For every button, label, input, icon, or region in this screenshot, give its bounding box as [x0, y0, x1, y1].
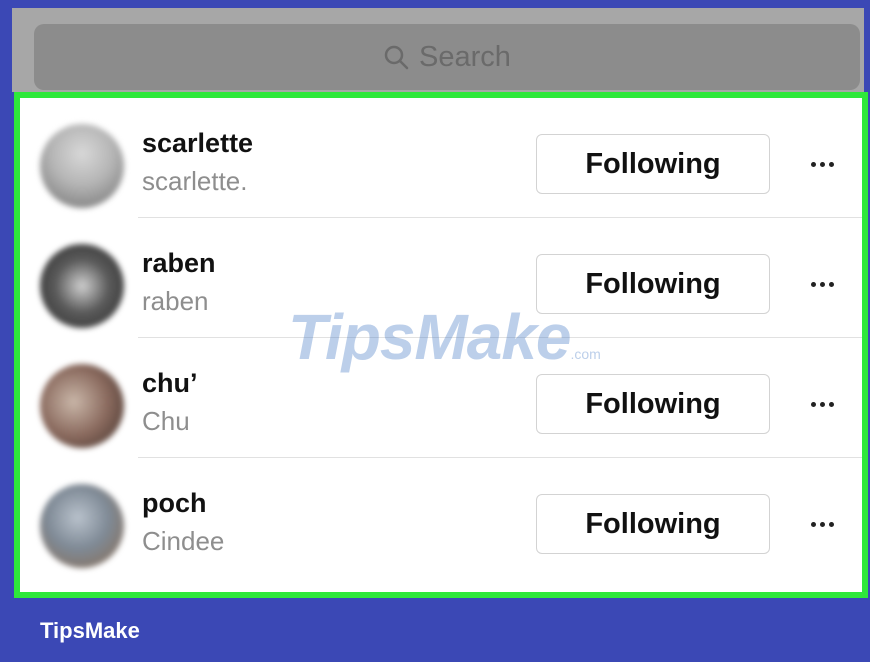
following-button[interactable]: Following: [536, 134, 770, 194]
more-options-icon[interactable]: [800, 144, 844, 184]
list-item[interactable]: scarlette scarlette. Following: [20, 98, 862, 218]
username[interactable]: poch: [142, 488, 207, 519]
following-button[interactable]: Following: [536, 254, 770, 314]
username[interactable]: chu’: [142, 368, 198, 399]
username[interactable]: raben: [142, 248, 216, 279]
full-name: Cindee: [142, 526, 225, 556]
following-button[interactable]: Following: [536, 494, 770, 554]
app-frame: Search scarlette scarlette. Following ra…: [0, 0, 870, 662]
search-area: Search: [12, 8, 864, 92]
avatar[interactable]: [40, 124, 124, 208]
search-icon: [383, 44, 409, 70]
search-bar[interactable]: Search: [34, 24, 860, 90]
list-item[interactable]: chu’ Chu Following: [20, 338, 862, 458]
more-options-icon[interactable]: [800, 504, 844, 544]
avatar[interactable]: [40, 484, 124, 568]
username[interactable]: scarlette: [142, 128, 253, 159]
more-options-icon[interactable]: [800, 264, 844, 304]
list-item[interactable]: poch Cindee Following: [20, 458, 862, 578]
full-name: scarlette.: [142, 166, 248, 196]
avatar[interactable]: [40, 364, 124, 448]
more-options-icon[interactable]: [800, 384, 844, 424]
full-name: Chu: [142, 406, 190, 436]
search-placeholder: Search: [419, 40, 511, 73]
footer-brand: TipsMake: [40, 618, 140, 643]
following-button[interactable]: Following: [536, 374, 770, 434]
following-list: scarlette scarlette. Following raben rab…: [14, 92, 868, 598]
full-name: raben: [142, 286, 209, 316]
list-item[interactable]: raben raben Following: [20, 218, 862, 338]
avatar[interactable]: [40, 244, 124, 328]
